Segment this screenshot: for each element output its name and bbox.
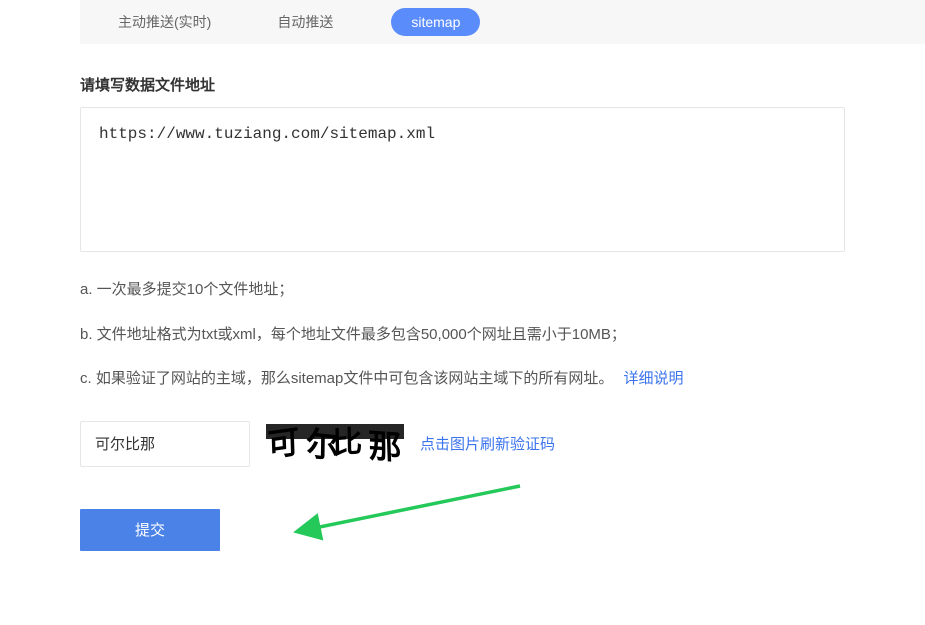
hint-c-text: c. 如果验证了网站的主域，那么sitemap文件中可包含该网站主域下的所有网址… [80, 370, 613, 387]
tab-sitemap[interactable]: sitemap [391, 8, 480, 36]
hint-row-c: c. 如果验证了网站的主域，那么sitemap文件中可包含该网站主域下的所有网址… [80, 368, 845, 391]
captcha-svg: 可 尔 比 那 [266, 424, 404, 464]
hint-row-a: a. 一次最多提交10个文件地址； [80, 279, 845, 302]
tab-manual-push[interactable]: 主动推送(实时) [110, 12, 219, 32]
submit-row: 提交 [80, 509, 845, 551]
url-textarea[interactable]: https://www.tuziang.com/sitemap.xml [80, 107, 845, 252]
captcha-refresh-label[interactable]: 点击图片刷新验证码 [420, 433, 555, 454]
submit-button[interactable]: 提交 [80, 509, 220, 551]
captcha-image[interactable]: 可 尔 比 那 [266, 424, 404, 464]
detail-link[interactable]: 详细说明 [624, 370, 684, 387]
hints-block: a. 一次最多提交10个文件地址； b. 文件地址格式为txt或xml，每个地址… [80, 279, 845, 391]
main-content: 请填写数据文件地址 https://www.tuziang.com/sitema… [0, 44, 925, 551]
page-container: 主动推送(实时) 自动推送 sitemap 请填写数据文件地址 https://… [0, 0, 925, 551]
annotation-arrow-icon [290, 481, 540, 551]
hint-row-b: b. 文件地址格式为txt或xml，每个地址文件最多包含50,000个网址且需小… [80, 324, 845, 347]
captcha-input[interactable] [80, 421, 250, 467]
captcha-row: 可 尔 比 那 点击图片刷新验证码 [80, 421, 845, 467]
tabs-bar: 主动推送(实时) 自动推送 sitemap [80, 0, 925, 44]
tab-auto-push[interactable]: 自动推送 [269, 12, 341, 32]
section-title: 请填写数据文件地址 [80, 74, 845, 95]
